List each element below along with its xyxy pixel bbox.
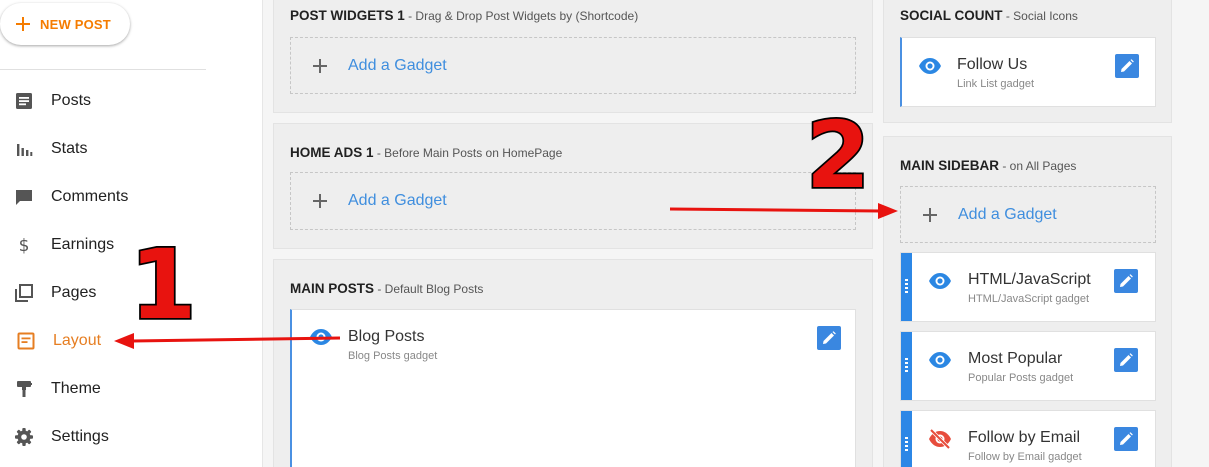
section-main-sidebar: MAIN SIDEBAR - on All Pages Add a Gadget… bbox=[883, 136, 1172, 467]
gadget-type: HTML/JavaScript gadget bbox=[968, 293, 1090, 305]
section-name: POST WIDGETS 1 bbox=[290, 8, 405, 23]
eye-icon[interactable] bbox=[928, 348, 952, 372]
add-gadget-button[interactable]: Add a Gadget bbox=[900, 186, 1156, 243]
section-name: SOCIAL COUNT bbox=[900, 8, 1003, 23]
gadget-title: HTML/JavaScript bbox=[968, 271, 1091, 288]
pencil-icon bbox=[1120, 353, 1133, 366]
sidebar-item-label: Posts bbox=[51, 92, 92, 109]
edit-button[interactable] bbox=[1115, 54, 1139, 78]
pages-icon bbox=[14, 283, 34, 303]
sidebar-item-pages[interactable]: Pages bbox=[0, 269, 206, 317]
gadget-html-javascript[interactable]: HTML/JavaScript HTML/JavaScript gadget bbox=[900, 252, 1156, 322]
new-post-button[interactable]: NEW POST bbox=[0, 3, 130, 45]
pencil-icon bbox=[1121, 59, 1134, 72]
section-title: SOCIAL COUNT - Social Icons bbox=[900, 8, 1078, 23]
sidebar-item-posts[interactable]: Posts bbox=[0, 77, 206, 125]
sidebar-item-comments[interactable]: Comments bbox=[0, 173, 206, 221]
section-subtitle: - Default Blog Posts bbox=[374, 282, 484, 296]
section-subtitle: - Drag & Drop Post Widgets by (Shortcode… bbox=[404, 9, 639, 23]
gadget-type: Follow by Email gadget bbox=[968, 451, 1082, 463]
add-gadget-button[interactable]: Add a Gadget bbox=[290, 37, 856, 94]
sidebar-item-label: Pages bbox=[51, 284, 97, 301]
section-name: MAIN SIDEBAR bbox=[900, 158, 1000, 173]
gadget-follow-by-email[interactable]: Follow by Email Follow by Email gadget bbox=[900, 410, 1156, 467]
plus-icon bbox=[16, 17, 30, 31]
sidebar-item-layout[interactable]: Layout bbox=[0, 317, 206, 365]
stats-icon bbox=[14, 139, 34, 159]
add-gadget-label: Add a Gadget bbox=[348, 56, 447, 74]
gadget-most-popular[interactable]: Most Popular Popular Posts gadget bbox=[900, 331, 1156, 401]
drag-handle[interactable] bbox=[901, 411, 912, 467]
pencil-icon bbox=[823, 331, 836, 344]
earnings-icon: $ bbox=[14, 235, 34, 255]
sidebar-item-settings[interactable]: Settings bbox=[0, 413, 206, 461]
pencil-icon bbox=[1120, 432, 1133, 445]
layout-editor: POST WIDGETS 1 - Drag & Drop Post Widget… bbox=[262, 0, 1209, 467]
gadget-title: Follow Us bbox=[957, 56, 1028, 73]
sidebar-item-theme[interactable]: Theme bbox=[0, 365, 206, 413]
plus-icon bbox=[313, 58, 327, 73]
new-post-label: NEW POST bbox=[40, 16, 111, 32]
edit-button[interactable] bbox=[1114, 427, 1138, 451]
gadget-type: Blog Posts gadget bbox=[348, 350, 438, 362]
sidebar-item-label: Theme bbox=[51, 380, 101, 397]
section-title: MAIN SIDEBAR - on All Pages bbox=[900, 158, 1076, 173]
plus-icon bbox=[313, 194, 327, 208]
drag-handle[interactable] bbox=[901, 253, 912, 321]
section-main-posts: MAIN POSTS - Default Blog Posts Blog Pos… bbox=[273, 259, 873, 467]
layout-icon bbox=[16, 331, 36, 351]
comments-icon bbox=[14, 187, 34, 207]
sidebar-item-label: Stats bbox=[51, 140, 88, 157]
section-title: POST WIDGETS 1 - Drag & Drop Post Widget… bbox=[290, 8, 638, 23]
edit-button[interactable] bbox=[817, 326, 841, 350]
drag-handle[interactable] bbox=[901, 332, 912, 400]
gadget-type: Link List gadget bbox=[957, 78, 1035, 90]
gadget-title: Blog Posts bbox=[348, 328, 425, 345]
section-home-ads: HOME ADS 1 - Before Main Posts on HomePa… bbox=[273, 123, 873, 249]
gadget-type: Popular Posts gadget bbox=[968, 372, 1074, 384]
eye-icon[interactable] bbox=[918, 54, 942, 78]
pencil-icon bbox=[1120, 274, 1133, 287]
sidebar-item-label: Layout bbox=[53, 332, 102, 349]
svg-text:$: $ bbox=[19, 236, 30, 255]
sidebar-item-label: Settings bbox=[51, 428, 109, 445]
gadget-follow-us[interactable]: Follow Us Link List gadget bbox=[900, 37, 1156, 107]
eye-off-icon[interactable] bbox=[928, 427, 952, 451]
sidebar-divider bbox=[0, 69, 206, 70]
drag-dots-icon bbox=[905, 437, 908, 453]
eye-icon[interactable] bbox=[309, 325, 333, 349]
drag-dots-icon bbox=[905, 358, 908, 374]
gadget-title: Follow by Email bbox=[968, 429, 1081, 446]
section-name: MAIN POSTS bbox=[290, 281, 375, 296]
sidebar-item-label: Comments bbox=[51, 188, 129, 205]
section-subtitle: - Before Main Posts on HomePage bbox=[373, 146, 563, 160]
posts-icon bbox=[14, 91, 34, 111]
left-sidebar: NEW POST Posts Stats Comments $ Earnings… bbox=[0, 0, 262, 467]
add-gadget-label: Add a Gadget bbox=[958, 205, 1057, 223]
section-name: HOME ADS 1 bbox=[290, 145, 374, 160]
section-title: HOME ADS 1 - Before Main Posts on HomePa… bbox=[290, 145, 562, 160]
eye-icon[interactable] bbox=[928, 269, 952, 293]
sidebar-item-stats[interactable]: Stats bbox=[0, 125, 206, 173]
edit-button[interactable] bbox=[1114, 348, 1138, 372]
sidebar-item-label: Earnings bbox=[51, 236, 115, 253]
add-gadget-button[interactable]: Add a Gadget bbox=[290, 172, 856, 230]
theme-icon bbox=[14, 379, 34, 399]
section-subtitle: - on All Pages bbox=[999, 159, 1077, 173]
section-subtitle: - Social Icons bbox=[1002, 9, 1078, 23]
gadget-blog-posts[interactable]: Blog Posts Blog Posts gadget bbox=[290, 309, 856, 467]
settings-icon bbox=[14, 427, 34, 447]
section-post-widgets: POST WIDGETS 1 - Drag & Drop Post Widget… bbox=[273, 0, 873, 113]
sidebar-item-earnings[interactable]: $ Earnings bbox=[0, 221, 206, 269]
plus-icon bbox=[923, 207, 937, 222]
drag-dots-icon bbox=[905, 279, 908, 295]
edit-button[interactable] bbox=[1114, 269, 1138, 293]
section-social-count: SOCIAL COUNT - Social Icons Follow Us Li… bbox=[883, 0, 1172, 123]
add-gadget-label: Add a Gadget bbox=[348, 192, 447, 209]
section-title: MAIN POSTS - Default Blog Posts bbox=[290, 281, 483, 296]
gadget-title: Most Popular bbox=[968, 350, 1063, 367]
